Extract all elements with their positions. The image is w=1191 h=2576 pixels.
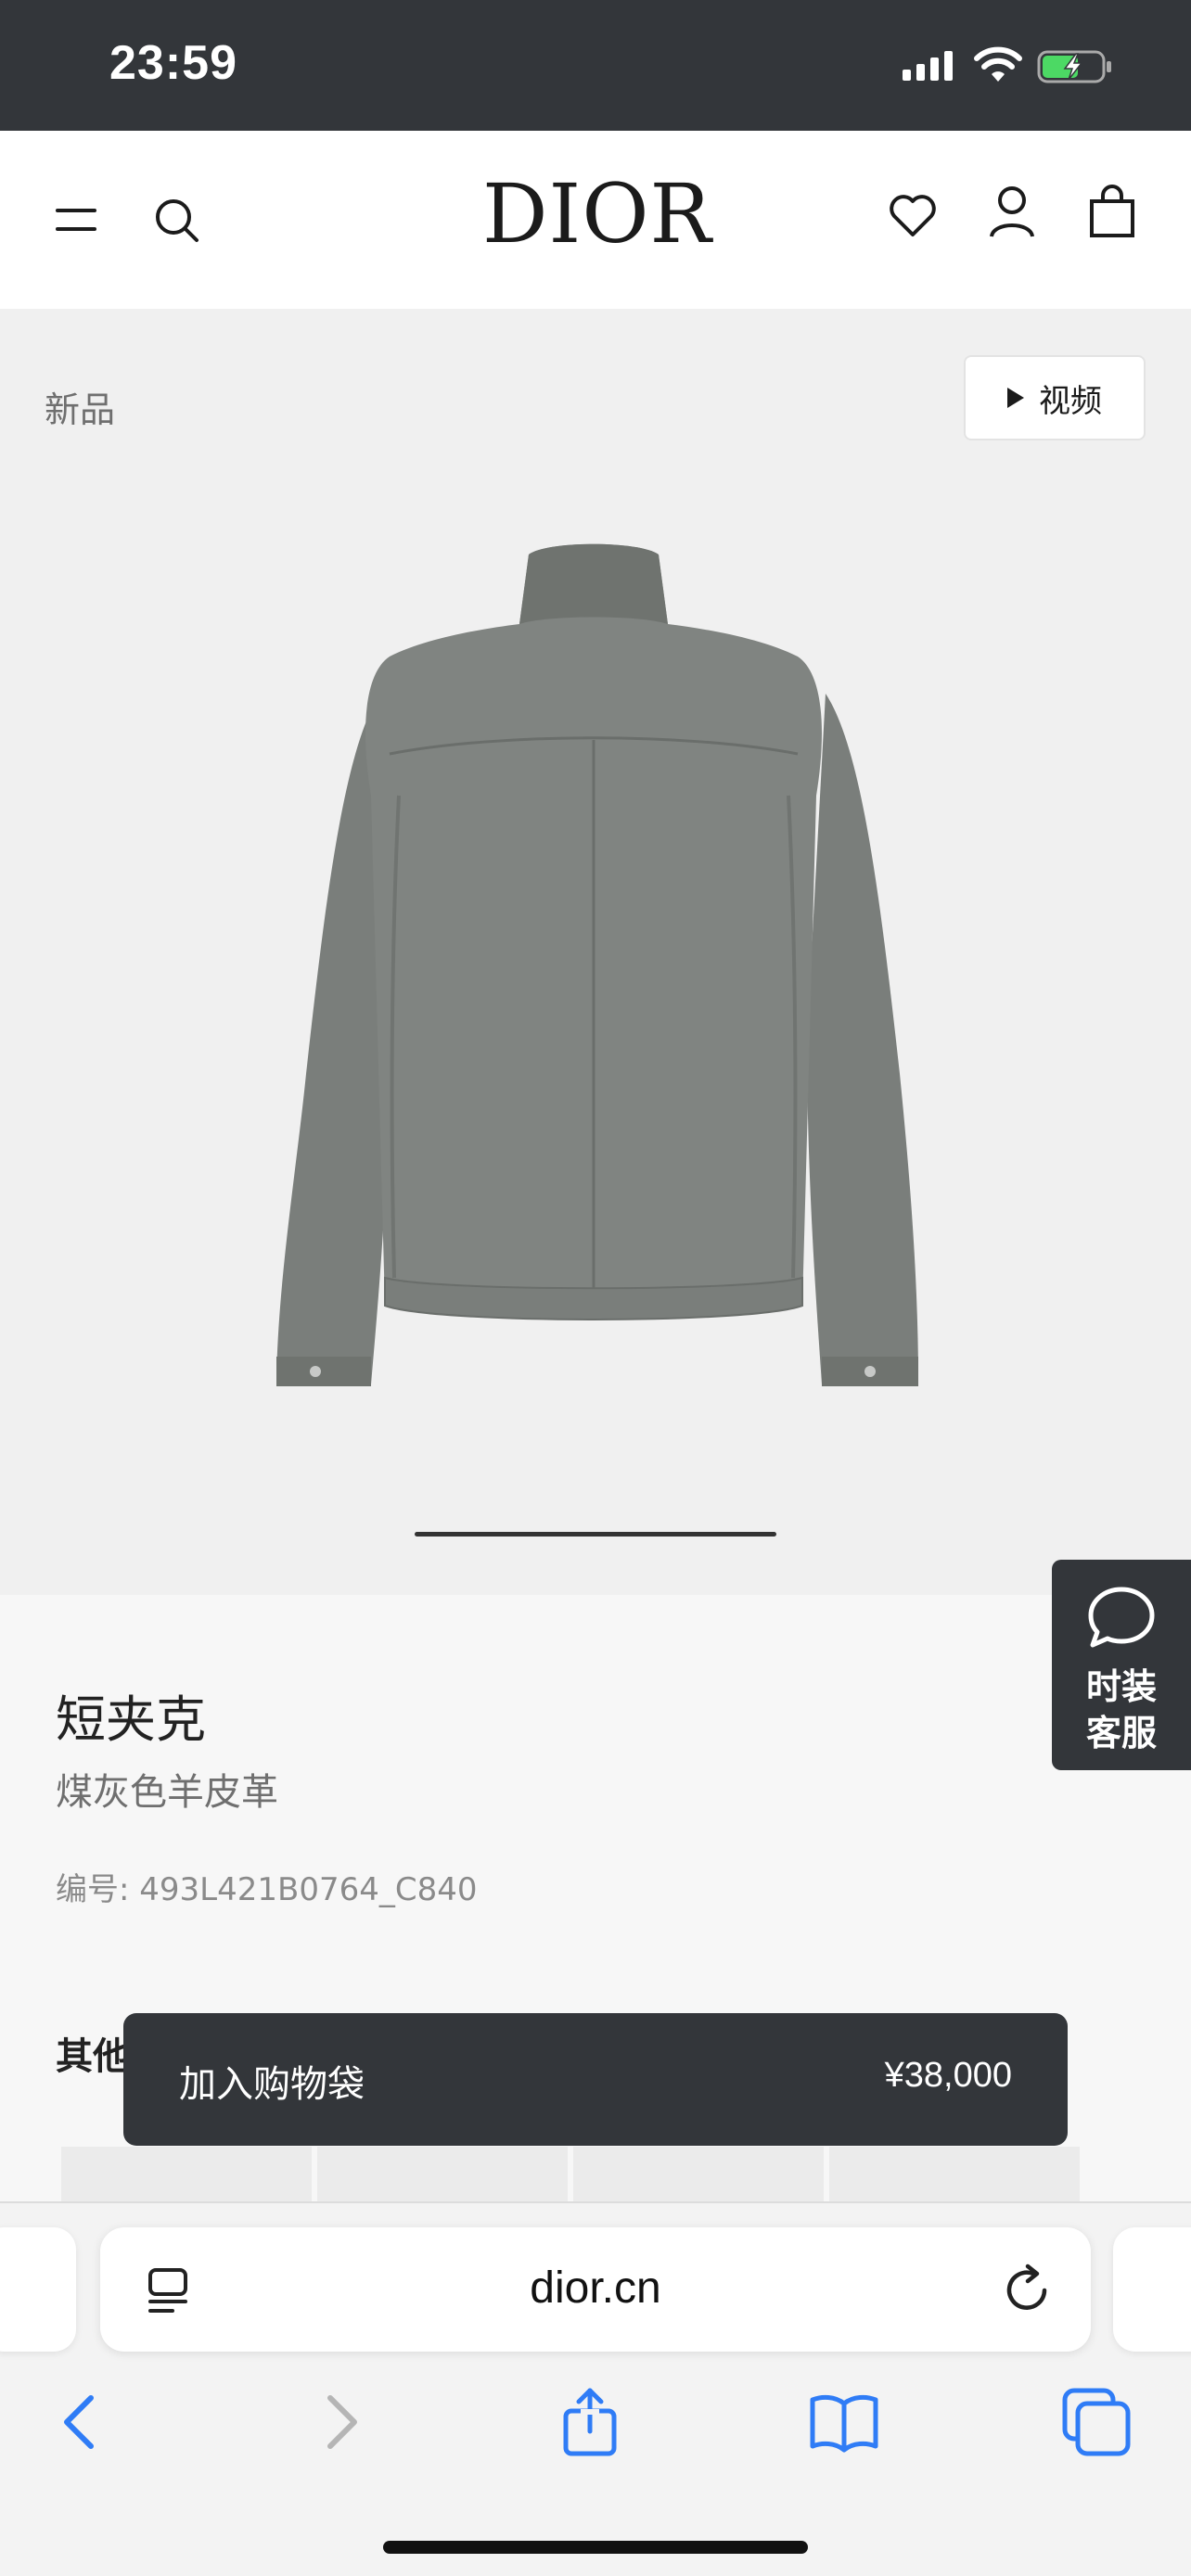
account-icon[interactable] [989,185,1035,238]
tabs-icon[interactable] [1059,2385,1133,2459]
reload-icon[interactable] [1002,2263,1054,2316]
signal-icon [903,51,953,81]
add-to-bag-label: 加入购物袋 [179,2063,365,2106]
product-name: 短夹克 [56,1690,206,1749]
product-description: 煤灰色羊皮革 [56,1771,278,1814]
customer-service-label-line1: 时装 [1085,1666,1157,1707]
status-bar: 23:59 [0,0,1191,131]
chat-bubble-icon [1088,1587,1155,1648]
menu-icon[interactable] [56,205,96,235]
customer-service-label-line2: 客服 [1085,1713,1157,1753]
bookmarks-icon[interactable] [807,2385,881,2459]
dior-logo[interactable]: DIOR [482,168,711,261]
previous-tab-peek[interactable] [0,2227,76,2352]
page: 23:59 DIOR 新品 视频 短夹克 煤灰色羊皮革 编号: 493L421B… [0,0,1191,2576]
play-icon [1007,388,1024,408]
safari-toolbar: dior.cn [0,2201,1191,2576]
new-tag: 新品 [45,389,116,430]
product-price: ¥38,000 [884,2056,1012,2095]
customer-service-widget[interactable]: 时装 客服 [1052,1560,1191,1770]
wifi-icon [974,46,1022,82]
home-indicator [383,2541,808,2554]
other-section-heading: 其他 [56,2035,130,2078]
share-icon[interactable] [553,2385,627,2459]
gallery-indicator [415,1532,776,1537]
customer-service-label: 时装 客服 [1052,1664,1191,1756]
add-to-bag-button[interactable]: 加入购物袋 ¥38,000 [123,2013,1068,2146]
back-icon[interactable] [45,2385,119,2459]
product-reference: 编号: 493L421B0764_C840 [56,1871,478,1908]
next-tab-peek[interactable] [1113,2227,1191,2352]
shopping-bag-icon[interactable] [1089,185,1135,238]
url-text: dior.cn [530,2264,661,2313]
product-info: 短夹克 煤灰色羊皮革 编号: 493L421B0764_C840 其他 [0,1595,1191,2244]
video-button[interactable]: 视频 [964,355,1146,440]
video-button-label: 视频 [1039,382,1102,420]
search-icon[interactable] [154,198,200,244]
address-bar[interactable]: dior.cn [100,2227,1091,2352]
product-gallery[interactable]: 新品 视频 [0,309,1191,1595]
jacket-image [276,543,918,1386]
heart-icon[interactable] [889,194,937,238]
forward-icon[interactable] [302,2385,377,2459]
battery-charging-icon [1037,50,1111,83]
site-header: DIOR [0,131,1191,309]
status-time: 23:59 [109,36,237,90]
